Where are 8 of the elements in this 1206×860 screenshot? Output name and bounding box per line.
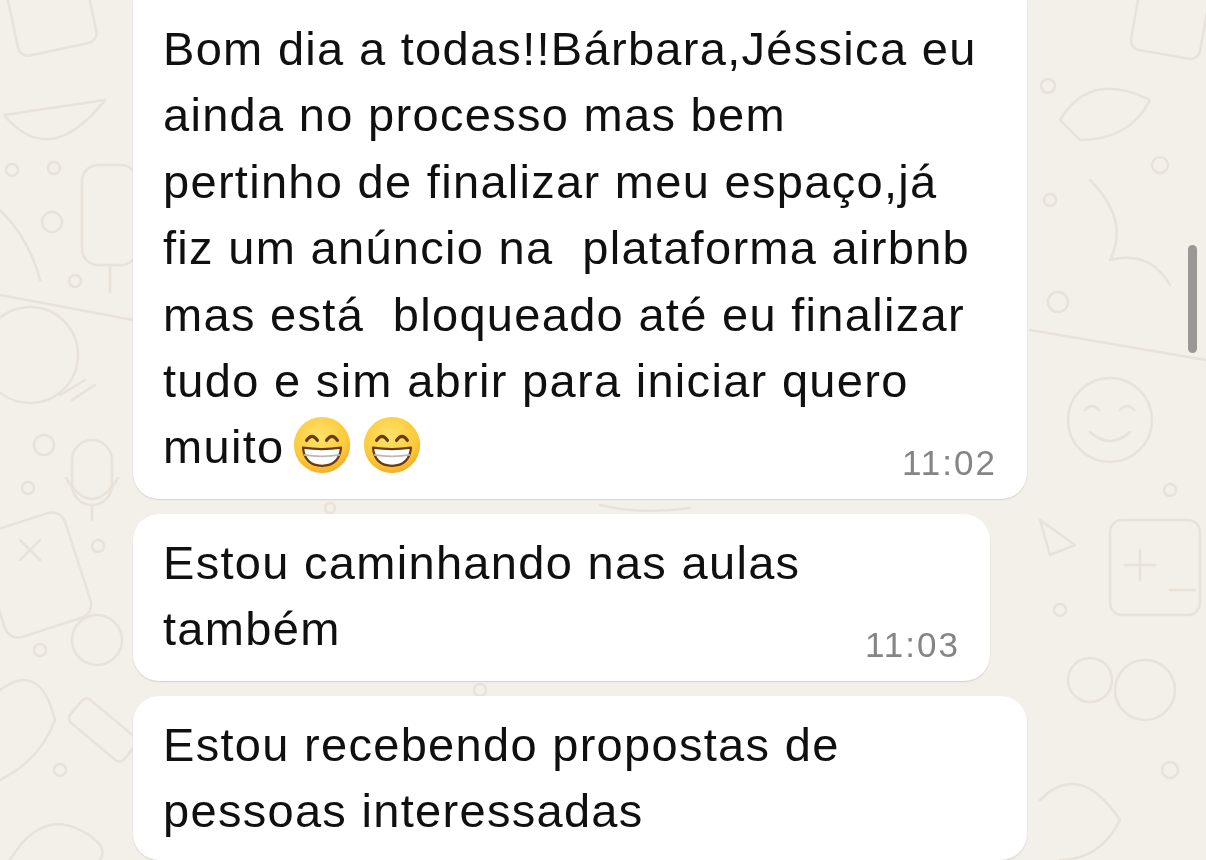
message-text: Estou caminhando nas aulas também [163,535,801,656]
scrollbar-thumb[interactable] [1188,245,1197,353]
grinning-face-icon [293,416,352,475]
message-time: 11:03 [865,624,960,665]
grinning-face-icon [363,416,422,475]
message-time: 11:02 [902,442,997,483]
message-text: muito [163,420,285,474]
message-text: Estou recebendo propostas de pessoas interessadas [163,717,840,838]
